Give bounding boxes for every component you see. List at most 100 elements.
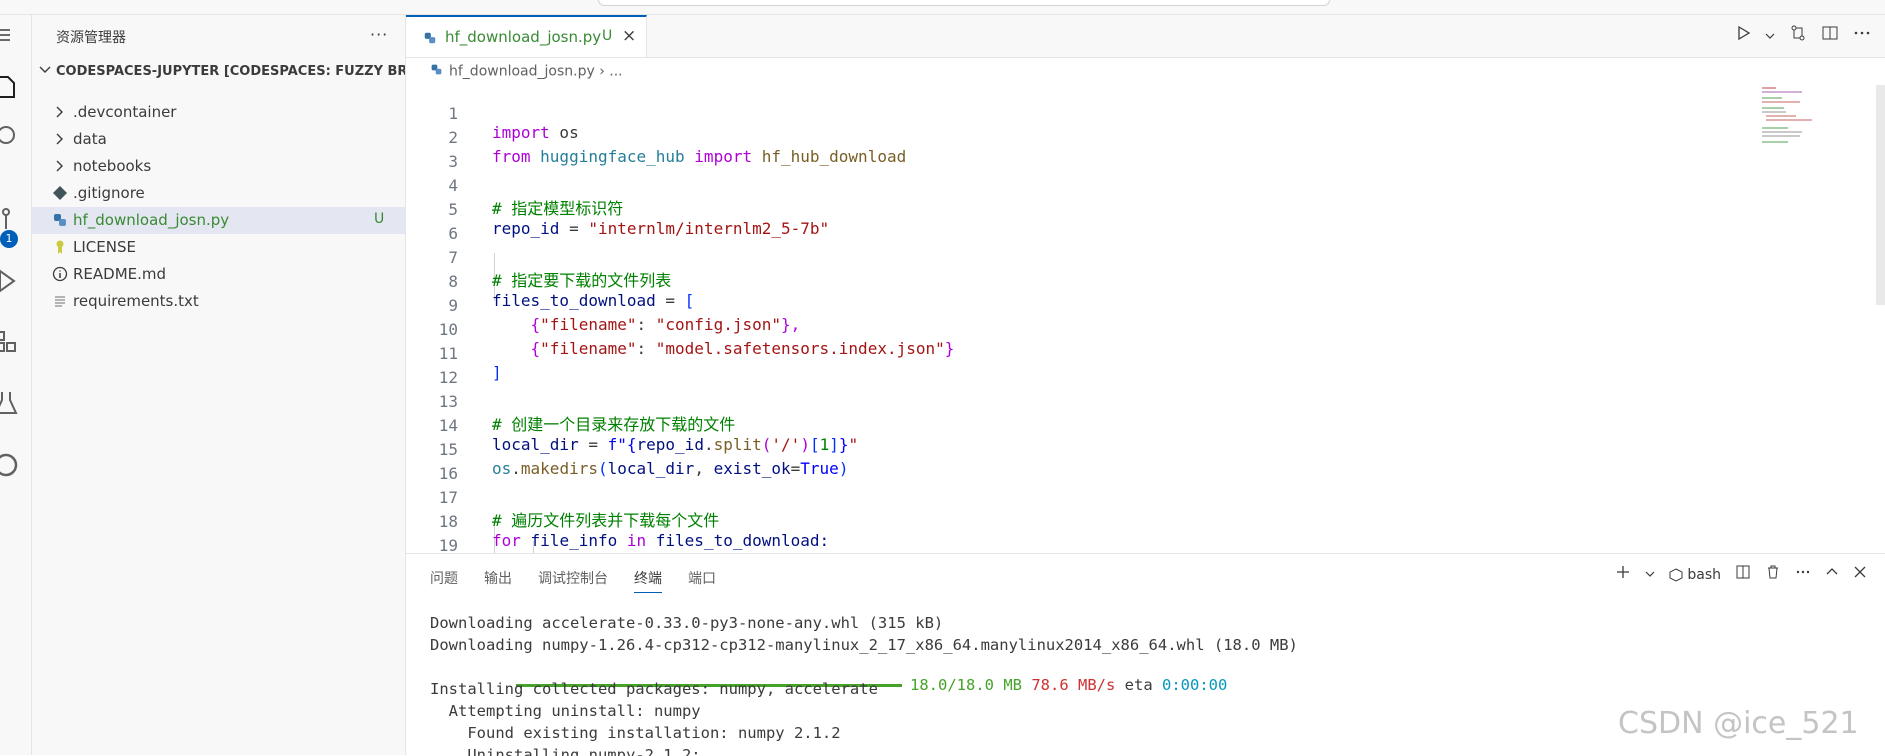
code-line: 9 {"filename": "config.json"}, — [406, 277, 1866, 334]
chevron-down-icon[interactable] — [1765, 26, 1775, 45]
tab-bar: hf_download_josn.py U × — [406, 15, 1885, 58]
code-line: 13 # 创建一个目录来存放下载的文件 — [406, 373, 1866, 434]
tree-item-label: notebooks — [73, 157, 152, 175]
code-line: 14 local_dir = f"{repo_id.split('/')[1]}… — [406, 397, 1866, 454]
compare-changes-icon[interactable] — [1789, 24, 1807, 46]
tab-debug-console[interactable]: 调试控制台 — [538, 568, 608, 593]
progress-size: 18.0/18.0 MB — [910, 676, 1022, 694]
code-line: 5 repo_id = "internlm/internlm2_5-7b" — [406, 181, 1866, 238]
git-status-badge: U — [602, 28, 613, 44]
terminal-line: Found existing installation: numpy 2.1.2 — [430, 724, 841, 742]
git-icon — [52, 185, 68, 201]
workspace-root-label: CODESPACES-JUPYTER [CODESPACES: FUZZY BR… — [56, 64, 405, 79]
tree-item-license[interactable]: LICENSE — [32, 234, 405, 261]
minimap[interactable] — [1762, 85, 1842, 145]
tab-hf-download[interactable]: hf_download_josn.py U × — [406, 15, 647, 57]
progress-speed: 78.6 MB/s — [1031, 676, 1116, 694]
code-editor[interactable]: 1 import os 2 from huggingface_hub impor… — [406, 85, 1866, 553]
code-line: 7 # 指定要下载的文件列表 — [406, 229, 1866, 290]
text-file-icon — [52, 293, 68, 309]
editor-actions — [1735, 24, 1871, 46]
workspace-root[interactable]: CODESPACES-JUPYTER [CODESPACES: FUZZY BR… — [32, 61, 405, 85]
tree-item-devcontainer[interactable]: .devcontainer — [32, 99, 405, 126]
tree-item-requirements[interactable]: requirements.txt — [32, 288, 405, 315]
chevron-down-icon — [38, 63, 52, 81]
license-icon — [52, 239, 68, 255]
terminal-line: Downloading accelerate-0.33.0-py3-none-a… — [430, 614, 944, 632]
terminal-line: Downloading numpy-1.26.4-cp312-cp312-man… — [430, 636, 1298, 654]
chevron-down-icon[interactable] — [1645, 565, 1655, 583]
code-line: 15 os.makedirs(local_dir, exist_ok=True) — [406, 421, 1866, 478]
tab-output[interactable]: 输出 — [484, 568, 512, 593]
chevron-right-icon — [54, 105, 66, 123]
panel-actions: bash — [1615, 564, 1867, 584]
tab-label: hf_download_josn.py — [445, 28, 602, 46]
maximize-panel-icon[interactable] — [1825, 565, 1839, 583]
run-debug-icon[interactable] — [0, 261, 31, 301]
more-actions-icon[interactable]: ··· — [370, 25, 388, 44]
activity-bar: 1 — [0, 15, 32, 755]
progress-eta: 0:00:00 — [1162, 676, 1228, 694]
split-terminal-icon[interactable] — [1735, 564, 1751, 584]
editor-area: hf_download_josn.py U × hf_download_josn… — [406, 15, 1885, 553]
tree-item-label: requirements.txt — [73, 292, 199, 310]
breadcrumb-more[interactable]: › ... — [599, 64, 622, 80]
git-status-badge: U — [374, 211, 385, 227]
close-panel-icon[interactable] — [1853, 565, 1867, 583]
progress-eta-label: eta — [1124, 676, 1153, 694]
explorer-icon[interactable] — [0, 67, 31, 107]
tree-item-label: hf_download_josn.py — [73, 211, 230, 229]
info-icon — [52, 266, 68, 282]
watermark: CSDN @ice_521 — [1618, 706, 1859, 741]
code-line: 20 repo_id=repo_id — [406, 541, 1866, 553]
close-icon[interactable]: × — [622, 26, 636, 46]
breadcrumb[interactable]: hf_download_josn.py › ... — [430, 63, 623, 80]
tree-item-data[interactable]: data — [32, 126, 405, 153]
python-file-icon — [52, 212, 68, 228]
tree-item-label: data — [73, 130, 107, 148]
shell-label: bash — [1687, 567, 1721, 583]
github-icon[interactable] — [0, 445, 31, 485]
breadcrumb-file[interactable]: hf_download_josn.py — [449, 64, 595, 80]
panel-tabs: 问题 输出 调试控制台 终端 端口 — [430, 568, 742, 593]
terminal-line: Attempting uninstall: numpy — [430, 702, 701, 720]
more-actions-icon[interactable] — [1853, 24, 1871, 46]
code-line: 1 import os — [406, 85, 1866, 142]
explorer-sidebar: 资源管理器 ··· CODESPACES-JUPYTER [CODESPACES… — [32, 15, 406, 755]
tree-item-label: LICENSE — [73, 238, 136, 256]
tab-terminal[interactable]: 终端 — [634, 568, 662, 593]
tree-item-label: .gitignore — [73, 184, 145, 202]
code-line: 12 — [406, 349, 1866, 387]
split-editor-icon[interactable] — [1821, 24, 1839, 46]
command-center-search[interactable] — [598, 0, 1330, 6]
terminal-shell[interactable]: bash — [1669, 565, 1721, 583]
code-line: 2 from huggingface_hub import hf_hub_dow… — [406, 109, 1866, 166]
tree-item-label: .devcontainer — [73, 103, 177, 121]
more-actions-icon[interactable] — [1795, 564, 1811, 584]
title-bar — [0, 0, 1885, 15]
chevron-right-icon — [54, 159, 66, 177]
code-line: 19 file_path = hf_hub_download( — [406, 517, 1866, 553]
code-line: 11 ] — [406, 325, 1866, 382]
python-file-icon — [430, 63, 443, 80]
terminal-progress-line: 18.0/18.0 MB 78.6 MB/s eta 0:00:00 — [430, 658, 1227, 694]
tab-ports[interactable]: 端口 — [688, 568, 716, 593]
terminal-line: Installing collected packages: numpy, ac… — [430, 680, 878, 698]
tree-item-gitignore[interactable]: .gitignore — [32, 180, 405, 207]
code-line: 10 {"filename": "model.safetensors.index… — [406, 301, 1866, 358]
tree-item-readme[interactable]: README.md — [32, 261, 405, 288]
extensions-icon[interactable] — [0, 322, 31, 362]
add-terminal-icon[interactable] — [1615, 564, 1631, 584]
explorer-title: 资源管理器 — [56, 30, 126, 46]
code-line: 18 for file_info in files_to_download: — [406, 493, 1866, 550]
editor-scrollbar[interactable] — [1876, 85, 1885, 305]
trash-icon[interactable] — [1765, 564, 1781, 584]
tree-item-notebooks[interactable]: notebooks — [32, 153, 405, 180]
tab-problems[interactable]: 问题 — [430, 568, 458, 593]
testing-icon[interactable] — [0, 383, 31, 423]
search-icon[interactable] — [0, 117, 31, 157]
tree-item-hf-download[interactable]: hf_download_josn.py U — [32, 207, 405, 234]
code-line: 4 # 指定模型标识符 — [406, 157, 1866, 218]
run-icon[interactable] — [1735, 25, 1751, 45]
menu-icon[interactable] — [0, 15, 31, 55]
